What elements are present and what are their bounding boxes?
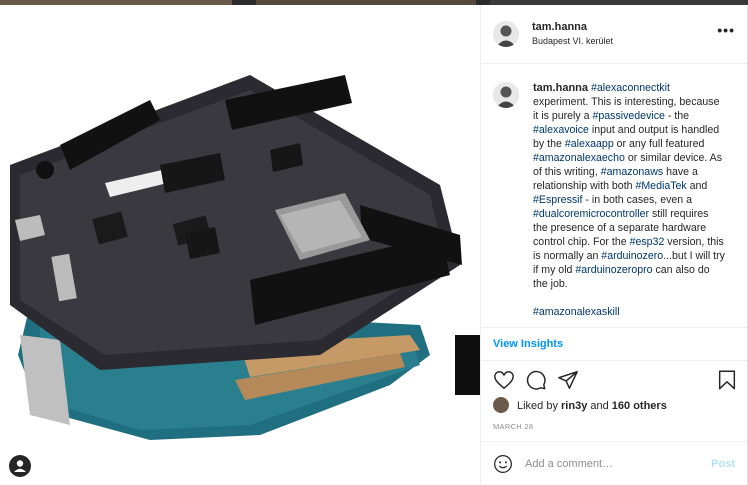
hashtag-link[interactable]: #MediaTek — [635, 180, 686, 192]
save-button[interactable] — [716, 369, 738, 391]
action-bar — [481, 365, 747, 395]
avatar-image — [493, 21, 519, 47]
post-date[interactable]: MARCH 28 — [493, 422, 533, 431]
hashtag-link[interactable]: #alexavoice — [533, 124, 589, 136]
hashtag-link[interactable]: #alexaapp — [565, 138, 614, 150]
caption-fragment: or any full featured — [613, 138, 705, 150]
like-button[interactable] — [493, 369, 515, 391]
comment-button[interactable] — [525, 369, 547, 391]
smiley-icon — [494, 455, 512, 473]
post-side-panel: tam.hanna Budapest VI. kerület ••• tam.h… — [480, 5, 748, 484]
bookmark-icon — [718, 370, 736, 390]
comment-input[interactable]: Add a comment… — [525, 458, 613, 470]
user-tag-icon — [14, 460, 26, 472]
caption-avatar[interactable] — [493, 82, 519, 108]
author-username[interactable]: tam.hanna — [532, 21, 587, 33]
hashtag-link[interactable]: #dualcoremicrocontroller — [533, 208, 649, 220]
caption-text: tam.hanna #alexaconnectkit experiment. T… — [533, 81, 725, 319]
caption-section: tam.hanna #alexaconnectkit experiment. T… — [481, 64, 747, 327]
heart-icon — [494, 371, 514, 390]
hashtag-link[interactable]: #esp32 — [630, 236, 665, 248]
caption-username[interactable]: tam.hanna — [533, 82, 588, 94]
board-photo-image — [0, 5, 480, 484]
user-tag-button[interactable] — [9, 455, 31, 477]
more-dots-icon: ••• — [717, 22, 735, 38]
hashtag-link[interactable]: #amazonalexaskill — [533, 306, 620, 318]
likes-conjunction: and — [587, 400, 612, 412]
caption-fragment: - the — [664, 110, 690, 122]
avatar-image — [493, 82, 519, 108]
comment-bar: Add a comment… Post — [481, 441, 747, 485]
post-photo[interactable] — [0, 5, 480, 484]
hashtag-link[interactable]: #arduinozero — [601, 250, 663, 262]
post-location[interactable]: Budapest VI. kerület — [532, 36, 613, 46]
likes-text: Liked by rin3y and 160 others — [517, 400, 667, 412]
liker-avatar[interactable] — [493, 397, 509, 413]
likes-others-link[interactable]: 160 others — [612, 400, 667, 412]
comment-icon — [526, 370, 546, 390]
paper-plane-icon — [558, 371, 578, 389]
share-button[interactable] — [557, 369, 579, 391]
hashtag-link[interactable]: #Espressif — [533, 194, 582, 206]
post-comment-button[interactable]: Post — [711, 458, 735, 470]
view-insights-bar: View Insights — [481, 327, 747, 361]
liker-username[interactable]: rin3y — [561, 400, 587, 412]
hashtag-link[interactable]: #amazonalexaecho — [533, 152, 625, 164]
post-header: tam.hanna Budapest VI. kerület ••• — [481, 5, 747, 64]
author-avatar[interactable] — [493, 21, 519, 47]
hashtag-link[interactable]: #arduinozeropro — [575, 264, 652, 276]
more-options-button[interactable]: ••• — [717, 22, 735, 38]
likes-prefix: Liked by — [517, 400, 562, 412]
caption-fragment: and — [686, 180, 708, 192]
hashtag-link[interactable]: #amazonaws — [601, 166, 663, 178]
hashtag-link[interactable]: #alexaconnectkit — [591, 82, 670, 94]
emoji-button[interactable] — [493, 454, 513, 479]
view-insights-link[interactable]: View Insights — [493, 338, 563, 350]
caption-fragment: - in both cases, even a — [582, 194, 693, 206]
hashtag-link[interactable]: #passivedevice — [592, 110, 664, 122]
